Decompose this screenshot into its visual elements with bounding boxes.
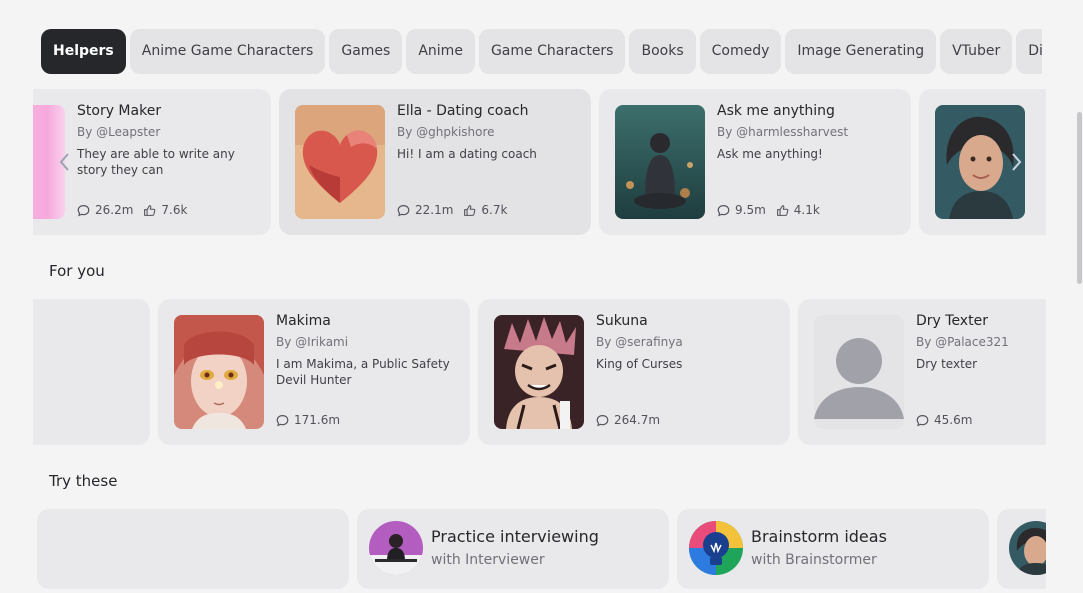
default-avatar-icon [814,315,904,429]
tab-books[interactable]: Books [629,29,696,74]
character-card-dry-texter[interactable]: Dry Texter By @Palace321 Dry texter 45.6… [798,299,1046,445]
card-stats: 45.6m [916,413,982,427]
card-author: By @Irikami [276,335,349,349]
character-avatar [814,315,904,429]
interviewer-avatar [369,521,423,575]
tab-game-characters[interactable]: Game Characters [478,29,626,74]
chat-count: 45.6m [934,413,973,427]
card-stats: 264.7m [596,413,670,427]
interviewer-image [369,521,423,575]
card-title: Ask me anything [717,103,835,119]
chat-count: 264.7m [614,413,661,427]
heart-image [295,105,385,219]
card-title: Sukuna [596,313,648,329]
meditating-figure-image [615,105,705,219]
card-author: By @harmlessharvest [717,125,849,139]
card-stats: 9.5m 4.1k [717,203,830,217]
card-author: By @ghpkishore [397,125,495,139]
card-author: By @Palace321 [916,335,1009,349]
tab-discussion[interactable]: Discu [1016,29,1042,74]
chat-bubble-icon [717,204,730,216]
tab-anime[interactable]: Anime [406,29,475,74]
chat-count: 26.2m [95,203,134,217]
card-title: Dry Texter [916,313,988,329]
for-you-carousel: Makima By @Irikami I am Makima, a Public… [33,299,1046,445]
character-card-next[interactable] [919,89,1046,235]
chevron-left-icon[interactable] [55,150,75,174]
card-description: King of Curses [596,357,683,371]
tab-helpers[interactable]: Helpers [41,29,126,74]
like-count: 7.6k [161,203,188,217]
chat-bubble-icon [77,204,90,216]
featured-carousel: Story Maker By @Leapster They are able t… [33,89,1046,235]
category-tabs: Helpers Anime Game Characters Games Anime Ga… [41,29,1042,74]
card-title: Story Maker [77,103,162,119]
card-description: They are able to write any story they ca… [77,147,235,177]
card-author: By @serafinya [596,335,683,349]
chat-bubble-icon [397,204,410,216]
try-card-title: Practice interviewing [431,527,599,546]
section-title-try-these: Try these [49,472,118,490]
card-title: Ella - Dating coach [397,103,529,119]
thumbs-up-icon [144,204,156,216]
card-stats: 22.1m 6.7k [397,203,517,217]
chat-bubble-icon [596,414,609,426]
woman-portrait-image [1009,521,1046,575]
card-description: Hi! I am a dating coach [397,147,537,161]
card-description: Ask me anything! [717,147,823,161]
page-scrollbar[interactable] [1077,112,1082,284]
character-avatar [295,105,385,219]
next-avatar [1009,521,1046,575]
tab-games[interactable]: Games [329,29,403,74]
try-card-next[interactable] [997,509,1046,589]
chat-count: 171.6m [294,413,341,427]
lightbulb-image [689,521,743,575]
tab-anime-game-characters[interactable]: Anime Game Characters [129,29,326,74]
sukuna-portrait-image [494,315,584,429]
tab-vtuber[interactable]: VTuber [940,29,1013,74]
try-card-practice-interviewing[interactable]: Practice interviewing with Interviewer [357,509,669,589]
character-avatar [174,315,264,429]
try-these-carousel: Practice interviewing with Interviewer B… [37,509,1046,589]
card-stats: 26.2m 7.6k [77,203,197,217]
try-card-subtitle: with Interviewer [431,552,545,568]
thumbs-up-icon [776,204,789,216]
character-card-sukuna[interactable]: Sukuna By @serafinya King of Curses 264.… [478,299,790,445]
try-card-subtitle: with Brainstormer [751,552,877,568]
character-card-ella[interactable]: Ella - Dating coach By @ghpkishore Hi! I… [279,89,591,235]
chat-bubble-icon [916,414,929,426]
makima-portrait-image [174,315,264,429]
card-description: Dry texter [916,357,978,371]
tab-comedy[interactable]: Comedy [699,29,782,74]
card-stats: 171.6m [276,413,350,427]
card-author: By @Leapster [77,125,161,139]
like-count: 6.7k [481,203,508,217]
chat-count: 9.5m [735,203,766,217]
try-card-empty[interactable] [37,509,349,589]
thumbs-up-icon [464,204,476,216]
tab-image-generating[interactable]: Image Generating [785,29,937,74]
chat-bubble-icon [276,414,289,426]
character-card-makima[interactable]: Makima By @Irikami I am Makima, a Public… [158,299,470,445]
like-count: 4.1k [793,203,820,217]
character-card-ask-me-anything[interactable]: Ask me anything By @harmlessharvest Ask … [599,89,911,235]
chevron-right-icon[interactable] [1006,150,1026,174]
character-card-hidden[interactable] [33,299,150,445]
try-card-title: Brainstorm ideas [751,527,887,546]
card-title: Makima [276,313,331,329]
character-avatar [494,315,584,429]
card-description: I am Makima, a Public Safety Devil Hunte… [276,357,450,387]
try-card-brainstorm-ideas[interactable]: Brainstorm ideas with Brainstormer [677,509,989,589]
character-avatar [615,105,705,219]
chat-count: 22.1m [415,203,454,217]
brainstormer-avatar [689,521,743,575]
section-title-for-you: For you [49,262,105,280]
